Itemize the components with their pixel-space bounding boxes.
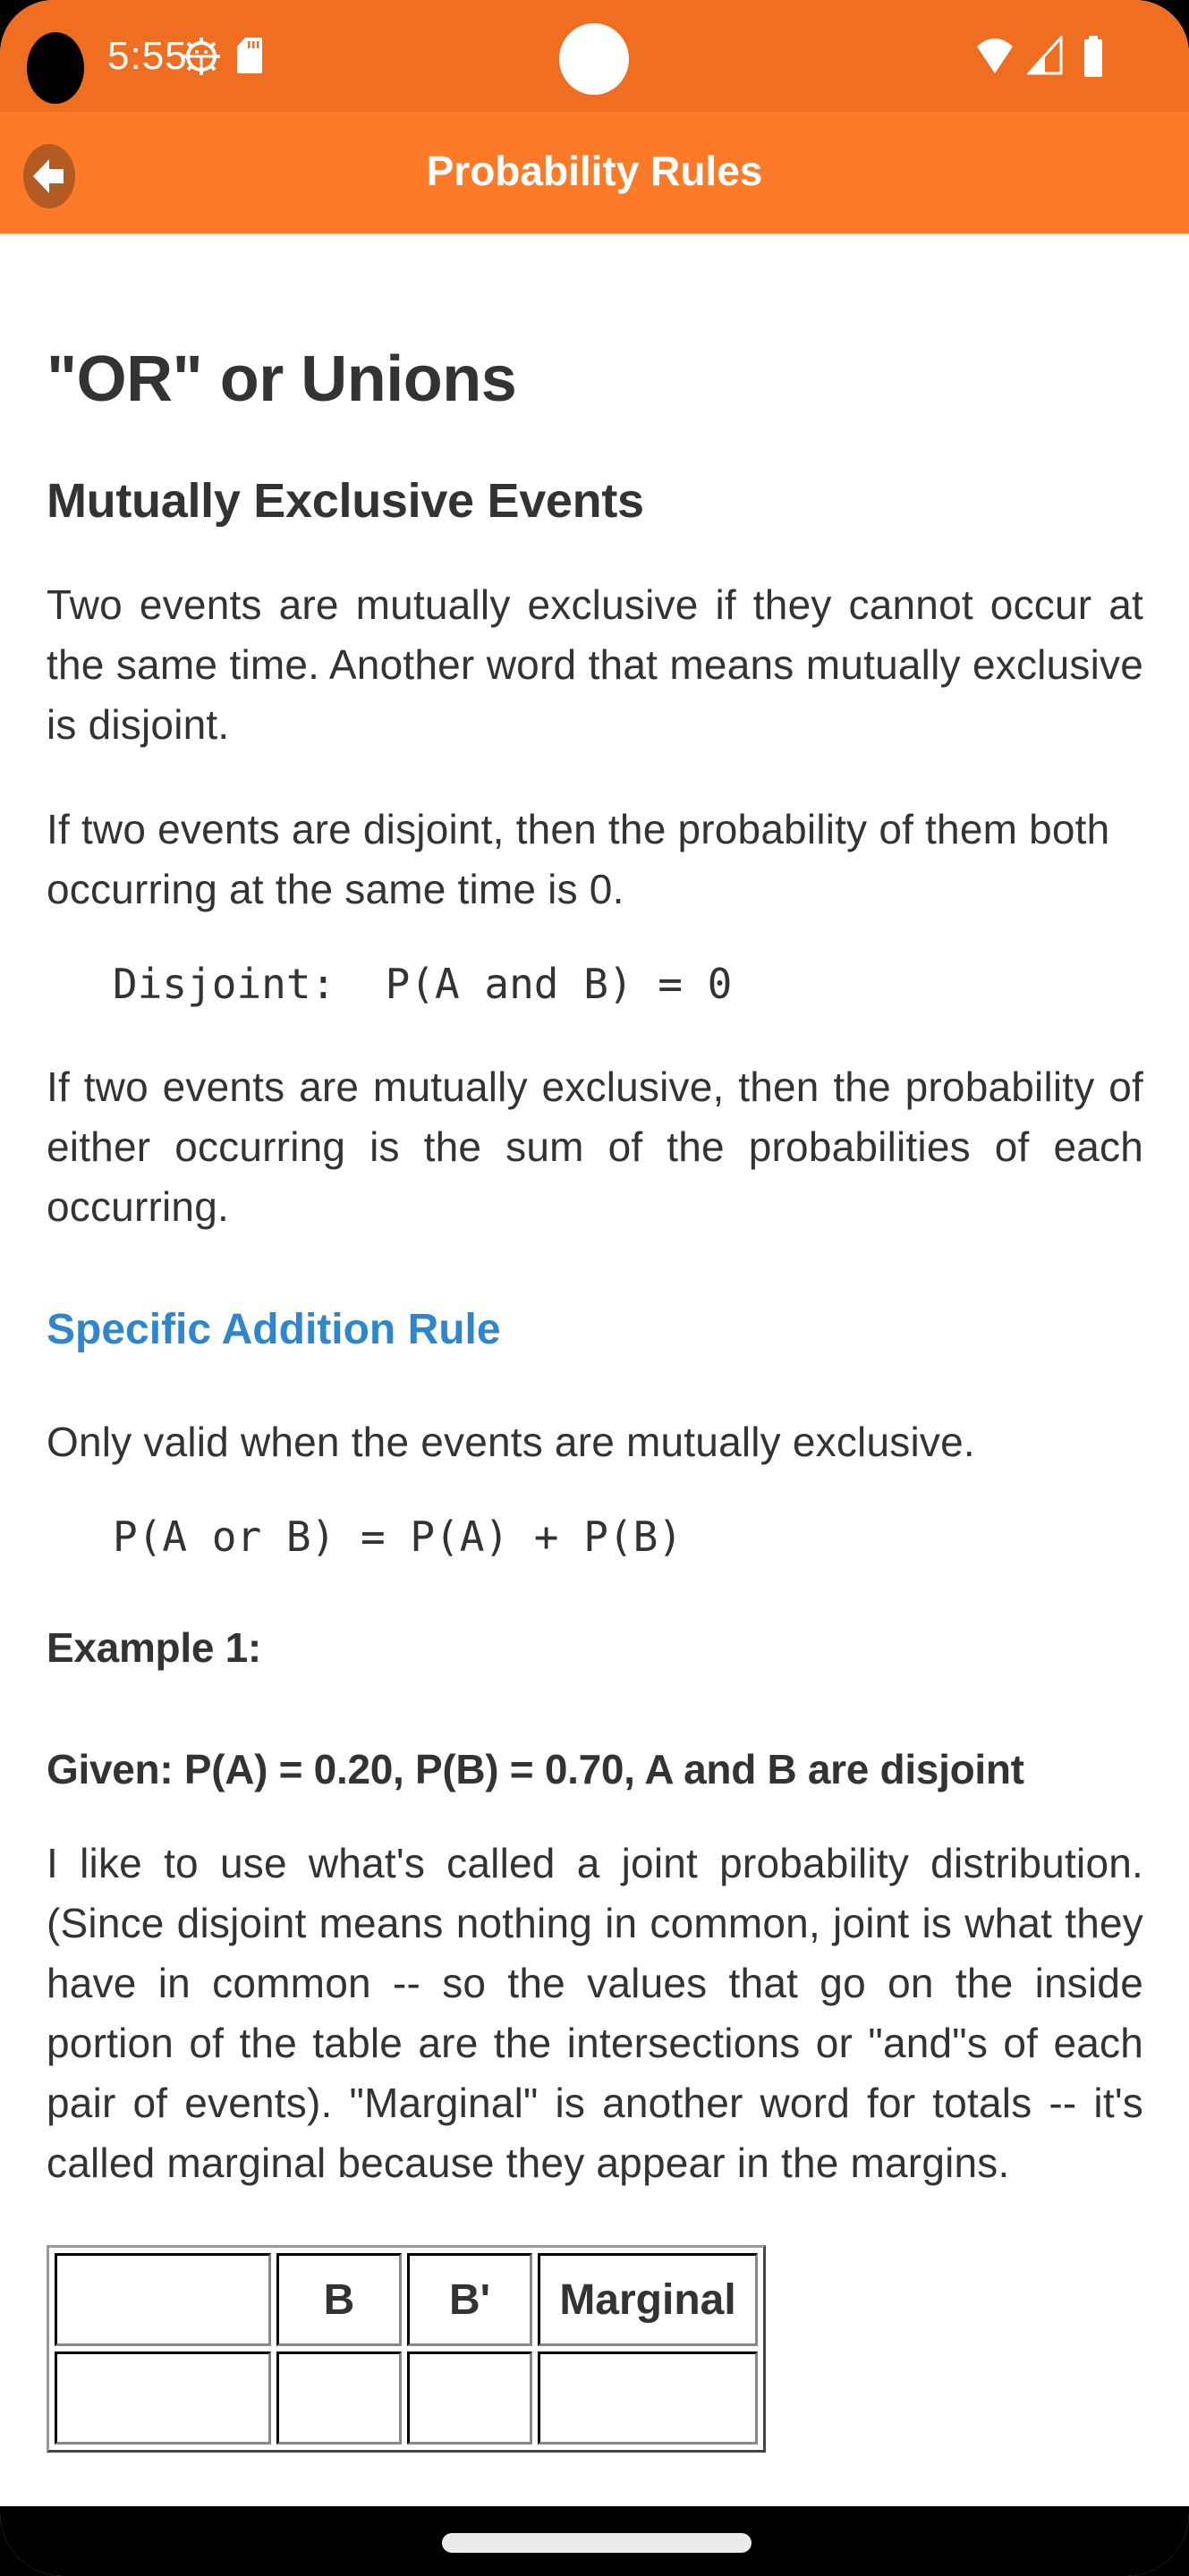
paragraph: Only valid when the events are mutually … [47, 1419, 975, 1465]
paragraph: Two events are mutually exclusive if the… [47, 581, 1143, 748]
table-header-cell: Marginal [538, 2253, 758, 2346]
formula-disjoint: Disjoint: P(A and B) = 0 [113, 960, 733, 1008]
signal-icon [1027, 36, 1063, 75]
table-cell [276, 2351, 402, 2445]
screen: 5:55 Probability Rules "OR" or Unions Mu… [0, 0, 1189, 2576]
status-time: 5:55 [107, 34, 188, 78]
table-row [55, 2351, 758, 2445]
table-cell [538, 2351, 758, 2445]
paragraph: If two events are disjoint, then the pro… [47, 806, 1110, 912]
article-content: "OR" or Unions Mutually Exclusive Events… [47, 233, 1143, 2453]
table-header-cell: B [276, 2253, 402, 2346]
status-bar: 5:55 [0, 0, 1189, 112]
paragraph: If two events are mutually exclusive, th… [47, 1063, 1143, 1230]
joint-probability-table: B B' Marginal [47, 2245, 766, 2453]
battery-icon [1084, 36, 1102, 77]
home-gesture-handle[interactable] [442, 2533, 752, 2553]
table-cell [55, 2351, 271, 2445]
table-header-cell [55, 2253, 271, 2346]
sd-card-icon [237, 38, 262, 73]
app-bar: Probability Rules [0, 112, 1189, 233]
example-label: Example 1: [47, 1624, 261, 1671]
paragraph: I like to use what's called a joint prob… [47, 1840, 1143, 2186]
table-header-row: B B' Marginal [55, 2253, 758, 2346]
rule-heading: Specific Addition Rule [47, 1306, 501, 1353]
formula-addition-rule: P(A or B) = P(A) + P(B) [113, 1513, 683, 1561]
table-header-cell: B' [407, 2253, 532, 2346]
navigation-bar [0, 2506, 1189, 2576]
camera-cutout [27, 32, 84, 104]
app-title: Probability Rules [426, 148, 763, 194]
page-title: "OR" or Unions [47, 343, 517, 415]
example-given: Given: P(A) = 0.20, P(B) = 0.70, A and B… [47, 1746, 1024, 1792]
wifi-icon [977, 38, 1013, 73]
table-cell [407, 2351, 532, 2445]
android-debug-icon [183, 38, 220, 75]
section-heading: Mutually Exclusive Events [47, 474, 644, 528]
front-sensor [559, 23, 629, 95]
